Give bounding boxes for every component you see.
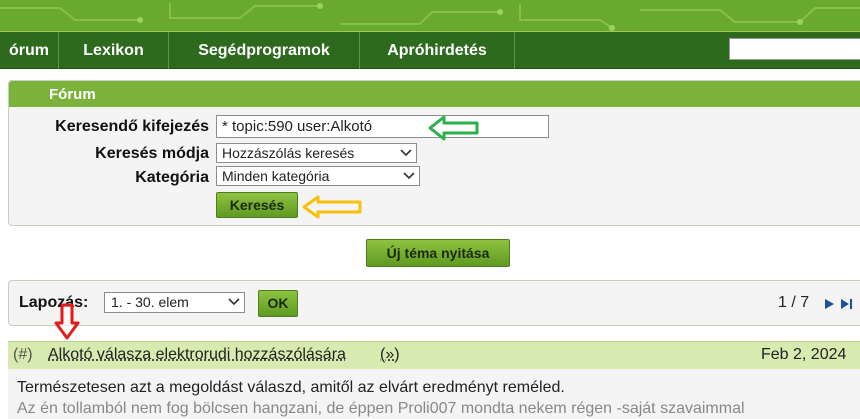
post-header: (#) Alkotó válasza elektrorudi hozzászól… — [8, 341, 860, 369]
mode-label: Keresés módja — [95, 145, 209, 163]
query-label: Keresendő kifejezés — [55, 118, 209, 136]
circuit-pattern-graphic — [0, 0, 860, 31]
red-arrow-annotation — [54, 303, 80, 341]
search-mode-select[interactable]: Hozzászólás keresés — [216, 143, 417, 163]
post-text-line-1: Természetesen azt a megoldást válaszd, a… — [17, 379, 565, 397]
reply-to-link[interactable]: (») — [380, 346, 400, 364]
category-label: Kategória — [135, 169, 209, 187]
yellow-arrow-annotation — [302, 195, 364, 219]
post-body: Természetesen azt a megoldást válaszd, a… — [8, 369, 860, 419]
page-range-value: 1. - 30. elem — [111, 294, 189, 310]
panel-title: Fórum — [49, 86, 96, 103]
ok-button[interactable]: OK — [258, 290, 298, 317]
new-topic-button[interactable]: Új téma nyitása — [366, 239, 510, 267]
post-title-link[interactable]: Alkotó válasza elektrorudi hozzászólásár… — [48, 346, 346, 364]
category-select[interactable]: Minden kategória — [216, 166, 420, 186]
main-nav: órum Lexikon Segédprogramok Apróhirdetés — [0, 31, 860, 69]
post-anchor-link[interactable]: (#) — [13, 346, 33, 364]
search-button[interactable]: Keresés — [216, 192, 298, 218]
post-text-line-2: Az én tollamból nem fog bölcsen hangzani… — [17, 400, 745, 418]
next-page-icon[interactable] — [824, 298, 836, 310]
pager-bar: Lapozás: 1. - 30. elem OK 1 / 7 — [8, 280, 860, 326]
chevron-down-icon — [403, 167, 415, 185]
last-page-icon[interactable] — [840, 298, 854, 310]
header-banner — [0, 0, 860, 31]
category-value: Minden kategória — [222, 168, 329, 184]
search-mode-value: Hozzászólás keresés — [222, 145, 354, 161]
search-query-input[interactable] — [216, 115, 549, 138]
post-date: Feb 2, 2024 — [761, 346, 846, 364]
nav-item-lexikon[interactable]: Lexikon — [59, 32, 169, 69]
nav-item-aprohirdetes[interactable]: Apróhirdetés — [360, 32, 515, 69]
nav-item-forum[interactable]: órum — [0, 32, 59, 69]
chevron-down-icon — [228, 293, 240, 312]
search-panel-header: Fórum — [9, 81, 860, 107]
nav-item-segedprogramok[interactable]: Segédprogramok — [169, 32, 360, 69]
chevron-down-icon — [400, 144, 412, 162]
green-arrow-annotation — [428, 115, 480, 141]
nav-search-input[interactable] — [729, 38, 860, 60]
page-count: 1 / 7 — [778, 294, 809, 312]
page-range-select[interactable]: 1. - 30. elem — [104, 292, 245, 313]
